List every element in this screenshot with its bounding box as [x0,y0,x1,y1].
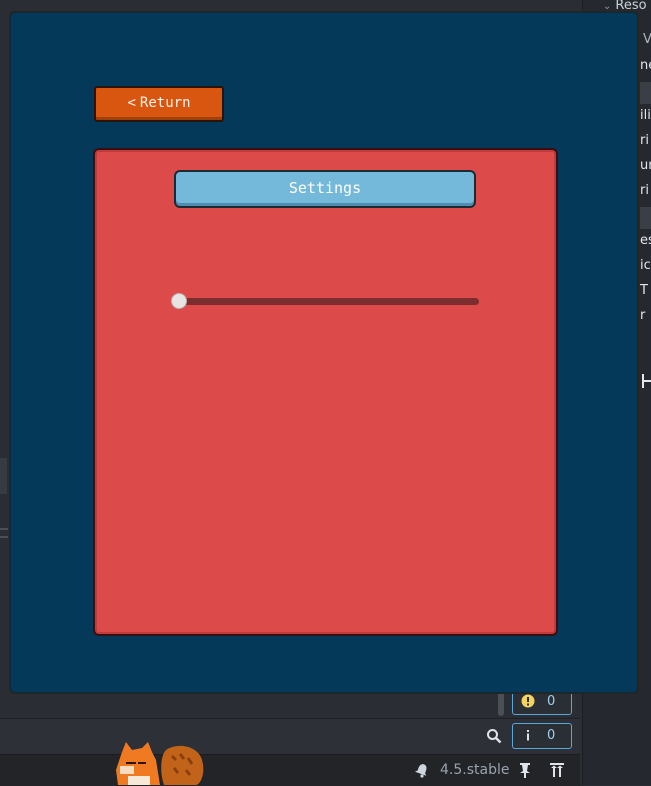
inspector-line: T [640,283,648,298]
inspector-line: r [640,308,646,323]
inspector-sub-label: V [643,32,651,47]
inspector-field[interactable] [640,207,651,229]
scrollbar-thumb[interactable] [498,692,504,716]
inspector-field[interactable] [640,82,651,104]
resize-handle-icon[interactable] [640,372,651,390]
side-tab[interactable] [0,458,7,494]
game-window: < Return Settings [9,11,639,694]
inspector-line: ic [640,258,651,273]
pin-panel-icon[interactable] [518,762,532,778]
return-button-label: Return [139,95,191,111]
notification-bell-icon[interactable] [414,762,430,778]
settings-title: Settings [174,170,476,208]
chevron-left-icon: < [127,95,136,111]
inspector-line: ri [640,183,649,198]
fox-mascot-icon [116,742,204,785]
inspector-line: ili [640,108,651,123]
version-label: 4.5.stable [440,762,510,778]
inspector-line: ri [640,133,649,148]
info-filter-button[interactable]: 0 [512,723,572,749]
volume-slider[interactable] [172,294,479,308]
search-icon[interactable] [486,728,502,744]
settings-panel: Settings [93,148,558,636]
divider [0,536,8,538]
collapse-panel-icon[interactable] [549,762,565,778]
return-button[interactable]: < Return [94,86,224,122]
warning-icon [521,694,535,708]
warnings-count: 0 [547,694,556,709]
inspector-line: es [640,233,651,248]
slider-knob[interactable] [172,294,186,308]
divider [0,528,8,530]
inspector-line: ne [640,58,651,73]
info-count: 0 [547,728,556,743]
inspector-line: ur [640,158,651,173]
info-icon [527,730,529,741]
